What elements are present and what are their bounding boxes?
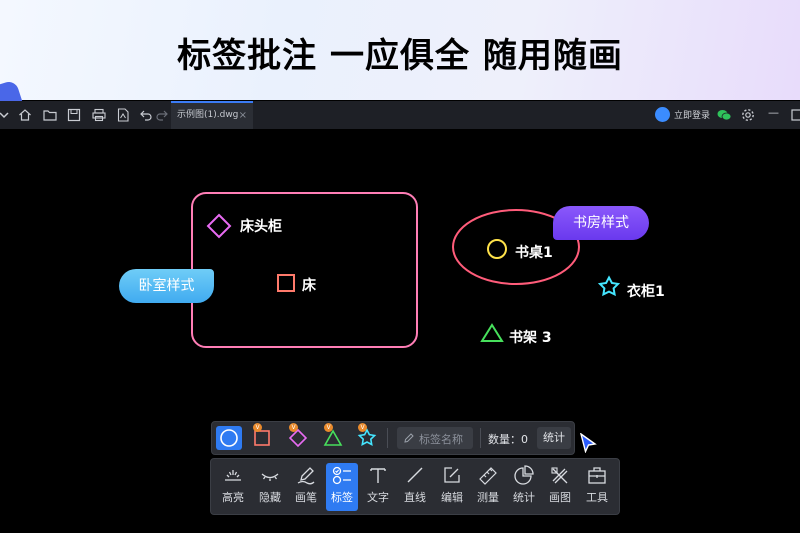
diamond-tag-icon[interactable] <box>206 213 232 239</box>
tool-hide-label: 隐藏 <box>259 491 281 504</box>
tool-edit[interactable]: 编辑 <box>436 463 468 511</box>
tag-name-placeholder: 标签名称 <box>419 433 463 446</box>
print-icon[interactable] <box>91 107 107 123</box>
tool-highlight[interactable]: 高亮 <box>217 463 249 511</box>
login-link[interactable]: 立即登录 <box>674 108 710 121</box>
tool-edit-label: 编辑 <box>441 491 463 504</box>
draw-tools-icon <box>551 467 568 484</box>
bedroom-style-label: 卧室样式 <box>138 278 195 294</box>
hide-eye-icon <box>261 473 279 481</box>
star-dropdown-badge[interactable]: V <box>358 423 367 432</box>
wechat-icon[interactable] <box>716 107 732 123</box>
bedroom-frame[interactable] <box>191 192 418 348</box>
redo-icon[interactable] <box>154 107 170 123</box>
tag-list-icon <box>332 466 351 485</box>
square-tag-icon[interactable] <box>277 274 295 292</box>
star-shape-option[interactable]: V <box>354 423 380 450</box>
tab-close-icon[interactable]: × <box>239 103 247 128</box>
tool-measure-label: 测量 <box>477 491 499 504</box>
study-style-label: 书房样式 <box>573 215 629 231</box>
mouse-cursor-icon <box>580 433 597 453</box>
tool-line[interactable]: 直线 <box>399 463 431 511</box>
circle-tag-icon[interactable] <box>487 239 507 259</box>
star-tag-icon[interactable] <box>597 275 621 297</box>
text-icon <box>370 468 386 483</box>
tool-measure[interactable]: 测量 <box>472 463 504 511</box>
settings-gear-icon[interactable] <box>740 107 756 123</box>
ruler-icon <box>479 467 497 485</box>
tag-count: 数量：0 <box>488 433 528 446</box>
bedroom-style-pill[interactable]: 卧室样式 <box>119 269 214 303</box>
tool-brush[interactable]: 画笔 <box>290 463 322 511</box>
tool-stats-label: 统计 <box>513 491 535 504</box>
label-bed[interactable]: 床 <box>302 275 316 295</box>
diamond-dropdown-badge[interactable]: V <box>289 423 298 432</box>
main-toolbar: 高亮 隐藏 画笔 标签 文字 直线 编辑 测量 统计 画图 工具 <box>210 458 620 515</box>
study-style-pill[interactable]: 书房样式 <box>553 206 649 240</box>
tool-brush-label: 画笔 <box>295 491 317 504</box>
maximize-icon[interactable] <box>789 107 800 123</box>
square-shape-option[interactable]: V <box>249 423 275 450</box>
save-icon[interactable] <box>66 107 82 123</box>
minimize-button[interactable]: — <box>768 106 779 119</box>
tool-tag[interactable]: 标签 <box>326 463 358 511</box>
edit-icon <box>444 467 460 483</box>
banner-title: 标签批注 一应俱全 随用随画 <box>177 36 623 76</box>
tool-text[interactable]: 文字 <box>362 463 394 511</box>
tool-line-label: 直线 <box>404 491 426 504</box>
label-wardrobe[interactable]: 衣柜1 <box>627 281 665 301</box>
tool-tools-label: 工具 <box>586 491 608 504</box>
markbar-divider <box>387 428 388 448</box>
diamond-shape-option[interactable]: V <box>285 423 311 450</box>
square-dropdown-badge[interactable]: V <box>253 423 262 432</box>
tag-shape-bar: V V V V 标签名称 数量：0 统计 <box>211 421 575 455</box>
home-icon[interactable] <box>17 107 33 123</box>
markbar-divider-2 <box>480 428 481 448</box>
open-folder-icon[interactable] <box>42 107 58 123</box>
file-tab[interactable]: 示例图(1).dwg × <box>171 101 253 129</box>
tool-drawing[interactable]: 画图 <box>544 463 576 511</box>
canvas-shapes <box>191 192 621 348</box>
user-avatar-icon[interactable] <box>655 107 670 122</box>
undo-icon[interactable] <box>138 107 154 123</box>
pencil-icon <box>404 433 414 443</box>
menu-chevron-icon[interactable] <box>0 107 12 123</box>
export-pdf-icon[interactable] <box>115 107 131 123</box>
tool-drawing-label: 画图 <box>549 491 571 504</box>
tool-text-label: 文字 <box>367 491 389 504</box>
toolbox-icon <box>588 467 606 484</box>
tool-stats[interactable]: 统计 <box>508 463 540 511</box>
label-bookshelf[interactable]: 书架 3 <box>509 327 552 347</box>
file-tab-label: 示例图(1).dwg <box>177 110 239 120</box>
triangle-dropdown-badge[interactable]: V <box>324 423 333 432</box>
stat-button[interactable]: 统计 <box>537 427 571 449</box>
line-icon <box>407 467 423 483</box>
tool-tools[interactable]: 工具 <box>581 463 613 511</box>
promo-banner: 标签批注 一应俱全 随用随画 <box>0 0 800 100</box>
pie-chart-icon <box>514 465 534 485</box>
circle-shape-icon <box>220 429 238 447</box>
tool-highlight-label: 高亮 <box>222 491 244 504</box>
tool-hide[interactable]: 隐藏 <box>254 463 286 511</box>
circle-shape-option[interactable] <box>216 426 242 450</box>
tool-tag-label: 标签 <box>331 491 353 504</box>
tag-name-input[interactable]: 标签名称 <box>397 427 473 449</box>
brush-icon <box>297 467 315 485</box>
triangle-tag-icon[interactable] <box>480 323 504 342</box>
label-desk[interactable]: 书桌1 <box>515 242 553 262</box>
highlight-icon <box>225 470 241 481</box>
label-bedside[interactable]: 床头柜 <box>240 216 282 236</box>
triangle-shape-option[interactable]: V <box>320 423 346 450</box>
